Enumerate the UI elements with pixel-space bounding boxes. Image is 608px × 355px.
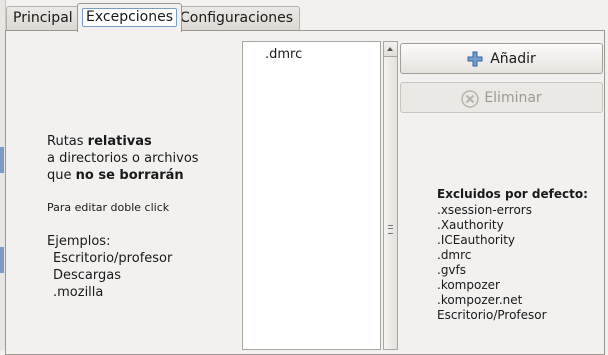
edge-marker: [0, 147, 4, 173]
remove-button-label: Eliminar: [484, 89, 542, 106]
exceptions-list[interactable]: .dmrc: [242, 41, 381, 350]
default-item: .kompozer: [437, 278, 500, 292]
edit-hint: Para editar doble click: [47, 201, 170, 214]
info-line-3: que no se borrarán: [47, 168, 184, 183]
default-item: .kompozer.net: [437, 293, 523, 307]
scroll-thumb[interactable]: [384, 57, 397, 349]
tab-excepciones[interactable]: Excepciones: [77, 3, 183, 32]
default-item: .ICEauthority: [437, 233, 515, 247]
list-item[interactable]: .dmrc: [265, 47, 302, 62]
example-item: .mozilla: [53, 285, 104, 300]
grip-icon: [388, 225, 393, 234]
scroll-up-icon[interactable]: [384, 42, 397, 57]
example-item: Descargas: [53, 268, 122, 283]
add-button[interactable]: Añadir: [400, 43, 603, 74]
default-item: Escritorio/Profesor: [437, 308, 547, 322]
tab-label: Configuraciones: [180, 10, 294, 26]
examples-title: Ejemplos:: [47, 234, 111, 249]
tab-principal[interactable]: Principal: [6, 6, 80, 30]
example-item: Escritorio/profesor: [53, 251, 173, 266]
plus-icon: [467, 51, 483, 67]
tab-label: Excepciones: [82, 8, 178, 27]
default-item: .Xauthority: [437, 218, 504, 232]
tab-label: Principal: [13, 10, 73, 26]
tab-configuraciones[interactable]: Configuraciones: [173, 6, 301, 30]
exceptions-scrollbar[interactable]: [383, 41, 398, 350]
default-item: .xsession-errors: [437, 203, 532, 217]
info-line-1: Rutas relativas: [47, 134, 152, 149]
info-text-bold: no se borrarán: [75, 168, 184, 183]
info-text-plain: que: [47, 168, 76, 183]
info-line-2: a directorios o archivos: [47, 151, 199, 166]
edge-marker: [0, 247, 4, 273]
info-text-plain: Rutas: [47, 134, 88, 149]
info-text-bold: relativas: [87, 134, 152, 149]
remove-button[interactable]: Eliminar: [400, 82, 603, 113]
default-exclusions-title: Excluidos por defecto:: [437, 187, 588, 201]
default-item: .dmrc: [437, 248, 472, 262]
remove-icon: [461, 89, 480, 108]
default-item: .gvfs: [437, 263, 467, 277]
add-button-label: Añadir: [490, 50, 536, 67]
